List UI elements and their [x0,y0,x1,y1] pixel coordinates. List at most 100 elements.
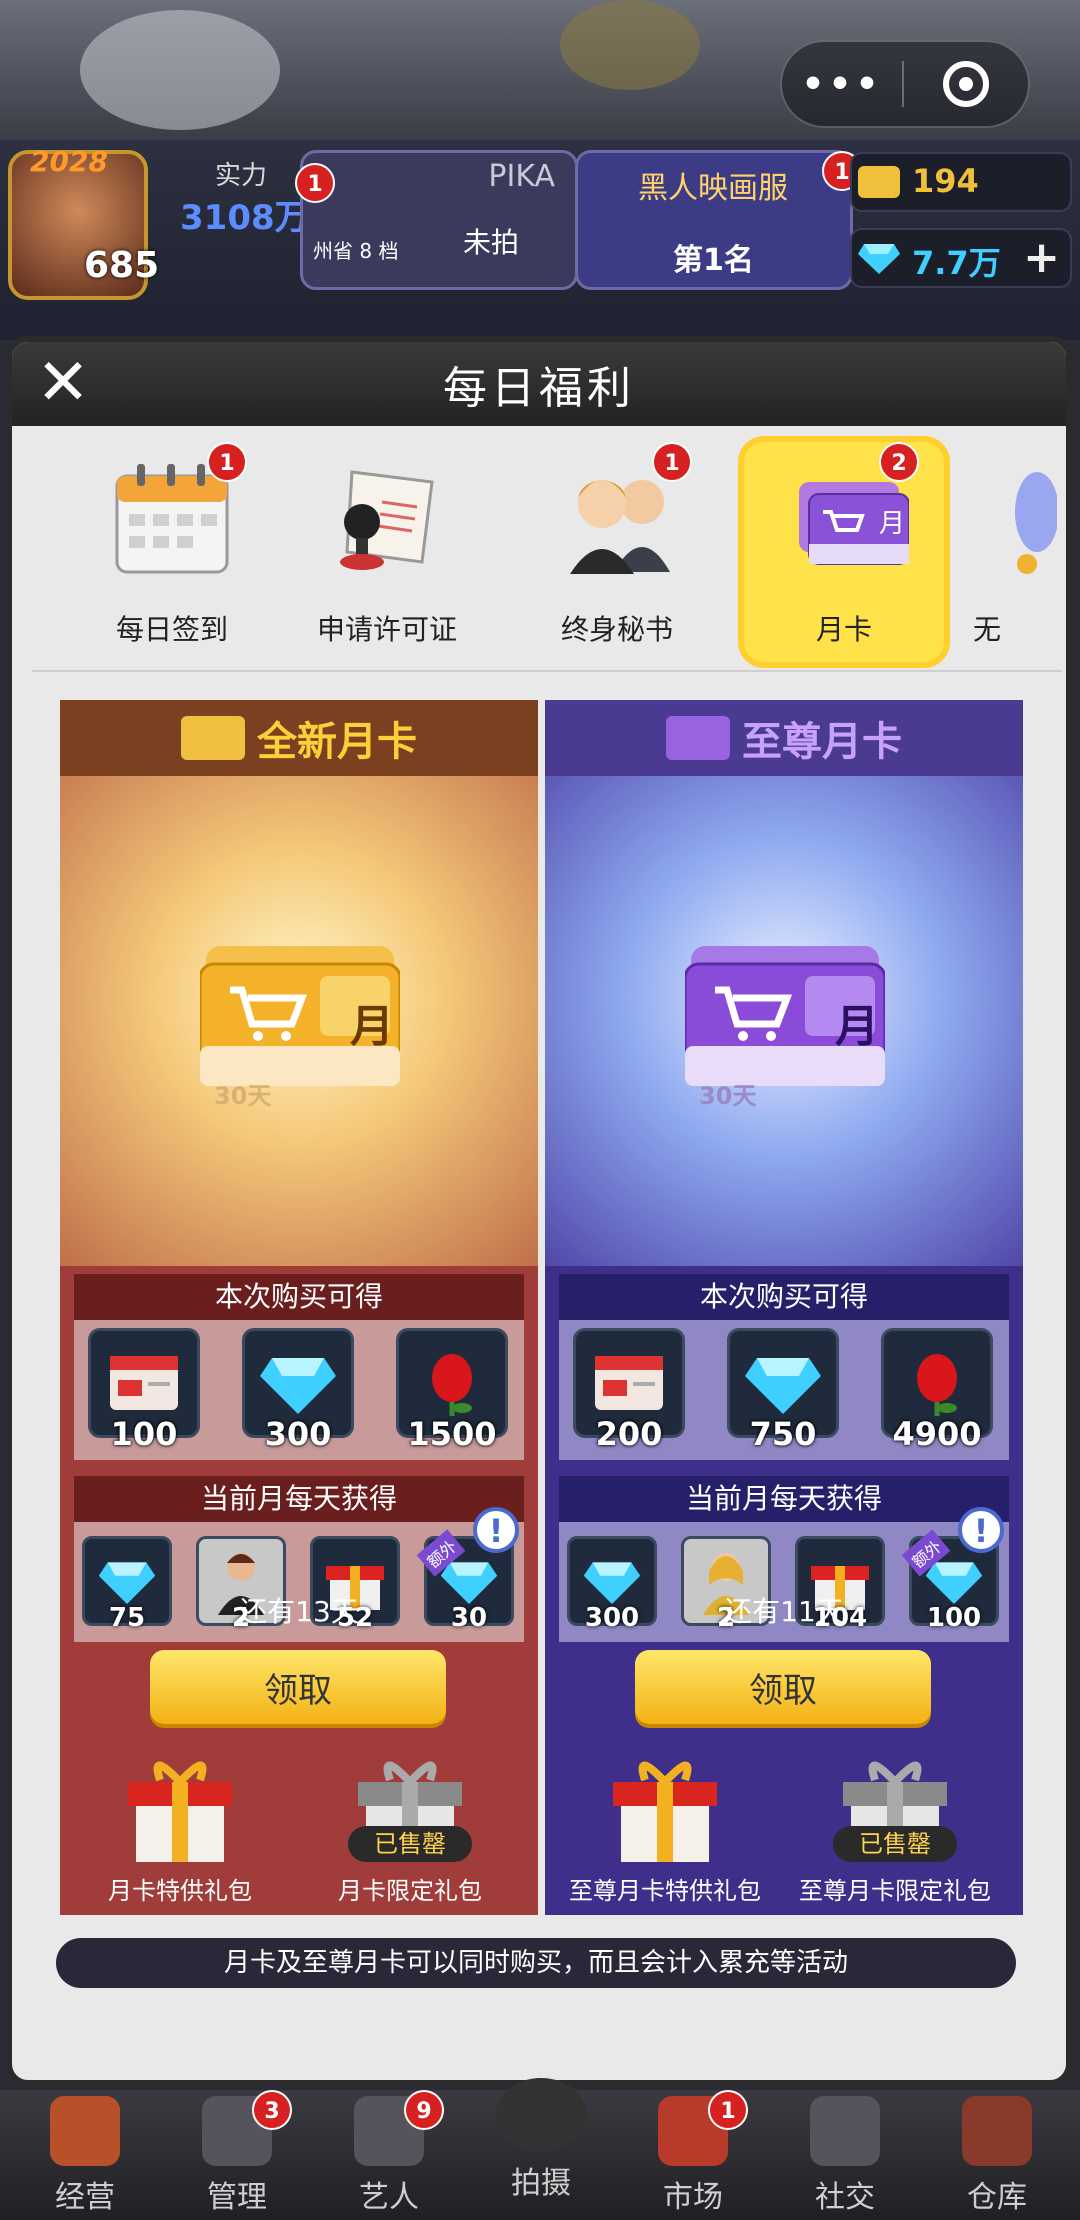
new-month-card-column: 全新月卡 月 30天 本次购买可得 100 300 1500 当前月每天获得 7… [60,700,538,1915]
card-char: 月 [835,1001,879,1052]
tab-lifetime-secretary[interactable]: 1 终身秘书 [517,442,717,662]
nav-operate[interactable]: 经营 [20,2090,150,2220]
info-icon[interactable]: ! [473,1507,519,1553]
hud-rank-card[interactable]: 黑人映画服 第1名 1 [575,150,862,290]
notification-badge: 3 [252,2090,292,2130]
figure-icon [967,442,1062,592]
card-days: 30天 [699,1082,757,1110]
card-name: 至尊月卡 [742,719,902,765]
bg-decoration [560,0,700,90]
power-label: 实力 [215,161,268,191]
diamond-reward: 300 [242,1328,354,1453]
tab-label: 月卡 [815,613,872,646]
rank-title: 黑人映画服 [638,171,788,206]
card-char: 月 [350,1001,394,1052]
reward-count: 300 [264,1415,332,1453]
notification-badge: 1 [295,163,335,203]
gold-value: 194 [912,162,979,200]
tab-more[interactable]: 无 [967,442,1062,662]
film-title: PIKA [488,159,555,194]
notification-badge: 9 [404,2090,444,2130]
month-card-icon: 月 2 [769,442,919,592]
close-icon: ✕ [36,346,90,420]
special-gift-pack[interactable]: 月卡特供礼包 [80,1750,280,1910]
nav-shoot[interactable]: 拍摄 [476,2072,606,2202]
rose-reward: 4900 [881,1328,993,1453]
nav-market[interactable]: 1 市场 [628,2090,758,2220]
diamond-resource[interactable]: 7.7万 + [850,228,1072,288]
tab-label: 每日签到 [115,613,228,646]
warehouse-icon [962,2096,1032,2166]
tab-label: 无 [973,613,1002,646]
info-icon[interactable]: ! [958,1507,1004,1553]
daily-reward-title: 当前月每天获得 [74,1476,524,1522]
rank-value: 第1名 [673,243,754,278]
limited-gift-pack[interactable]: 已售罄 至尊月卡限定礼包 [795,1750,995,1910]
gift-label: 月卡限定礼包 [338,1877,482,1905]
days-remaining: 还有13天 [239,1595,359,1628]
reward-count: 100 [110,1415,178,1453]
reward-count: 750 [749,1415,817,1453]
limited-gift-pack[interactable]: 已售罄 月卡限定礼包 [310,1750,510,1910]
gift-box-icon [128,1761,232,1862]
bottom-nav: 经营 3 管理 9 艺人 拍摄 1 市场 社交 仓库 [0,2078,1080,2220]
mini-program-capsule: ••• [780,40,1030,128]
tab-daily-signin[interactable]: 1 每日签到 [72,442,272,662]
certificate-icon [312,442,462,592]
hud-film-card[interactable]: PIKA 州省 8 档 未拍 1 [295,150,578,290]
buy-reward-title: 本次购买可得 [74,1274,524,1320]
more-menu-button[interactable]: ••• [782,64,902,105]
diamond-value: 7.7万 [912,244,1001,282]
month-card-icon [181,716,245,760]
notification-badge: 1 [708,2090,748,2130]
bg-decoration [80,10,280,130]
rose-icon [917,1354,957,1416]
close-button[interactable]: ✕ [32,346,94,420]
sold-out-badge: 已售罄 [348,1826,472,1862]
player-level: 685 [84,245,160,286]
nav-artist[interactable]: 9 艺人 [324,2090,454,2220]
power-value: 3108万 [180,198,309,238]
nav-warehouse[interactable]: 仓库 [932,2090,1062,2220]
tab-apply-license[interactable]: 申请许可证 [287,442,487,662]
tab-month-card[interactable]: 月 2 月卡 [744,442,944,662]
avatar-year: 2028 [30,145,108,178]
nav-label: 社交 [815,2180,875,2215]
nav-social[interactable]: 社交 [780,2090,910,2220]
ticket-reward: 100 [88,1328,200,1453]
film-sub: 州省 8 档 [313,239,399,263]
buy-reward-box: 100 300 1500 [74,1320,524,1460]
nav-label: 管理 [207,2180,267,2215]
info-note: 月卡及至尊月卡可以同时购买，而且会计入累充等活动 [56,1938,1016,1988]
nav-label: 经营 [55,2180,115,2215]
claim-button[interactable]: 领取 [635,1650,931,1724]
reward-count: 1500 [407,1415,497,1453]
special-gift-pack[interactable]: 至尊月卡特供礼包 [565,1750,765,1910]
sold-out-badge: 已售罄 [833,1826,957,1862]
ticket-reward: 200 [573,1328,685,1453]
camera-icon [495,2078,587,2152]
supreme-month-card-column: 至尊月卡 月 30天 本次购买可得 200 750 4900 当前月每天获得 3… [545,700,1023,1915]
record-icon [943,61,989,107]
card-hero: 月 30天 [60,776,538,1266]
calendar-icon: 1 [97,442,247,592]
add-diamond-button[interactable]: + [1023,230,1060,286]
gold-icon [858,166,900,198]
notification-badge: 1 [652,442,692,482]
days-remaining: 还有11天 [724,1595,844,1628]
diamond-icon [858,242,900,274]
rose-icon [432,1354,472,1416]
reward-count: 200 [595,1415,663,1453]
daily-reward-title: 当前月每天获得 [559,1476,1009,1522]
tab-label: 终身秘书 [560,613,673,646]
nav-manage[interactable]: 3 管理 [172,2090,302,2220]
gold-resource[interactable]: 194 [850,152,1072,212]
svg-text:月: 月 [879,509,905,539]
buy-reward-title: 本次购买可得 [559,1274,1009,1320]
claim-button[interactable]: 领取 [150,1650,446,1724]
popcorn-icon [50,2096,120,2166]
close-program-button[interactable] [904,61,1028,107]
card-days: 30天 [214,1082,272,1110]
notification-badge: 1 [207,442,247,482]
nav-label: 拍摄 [511,2166,571,2201]
